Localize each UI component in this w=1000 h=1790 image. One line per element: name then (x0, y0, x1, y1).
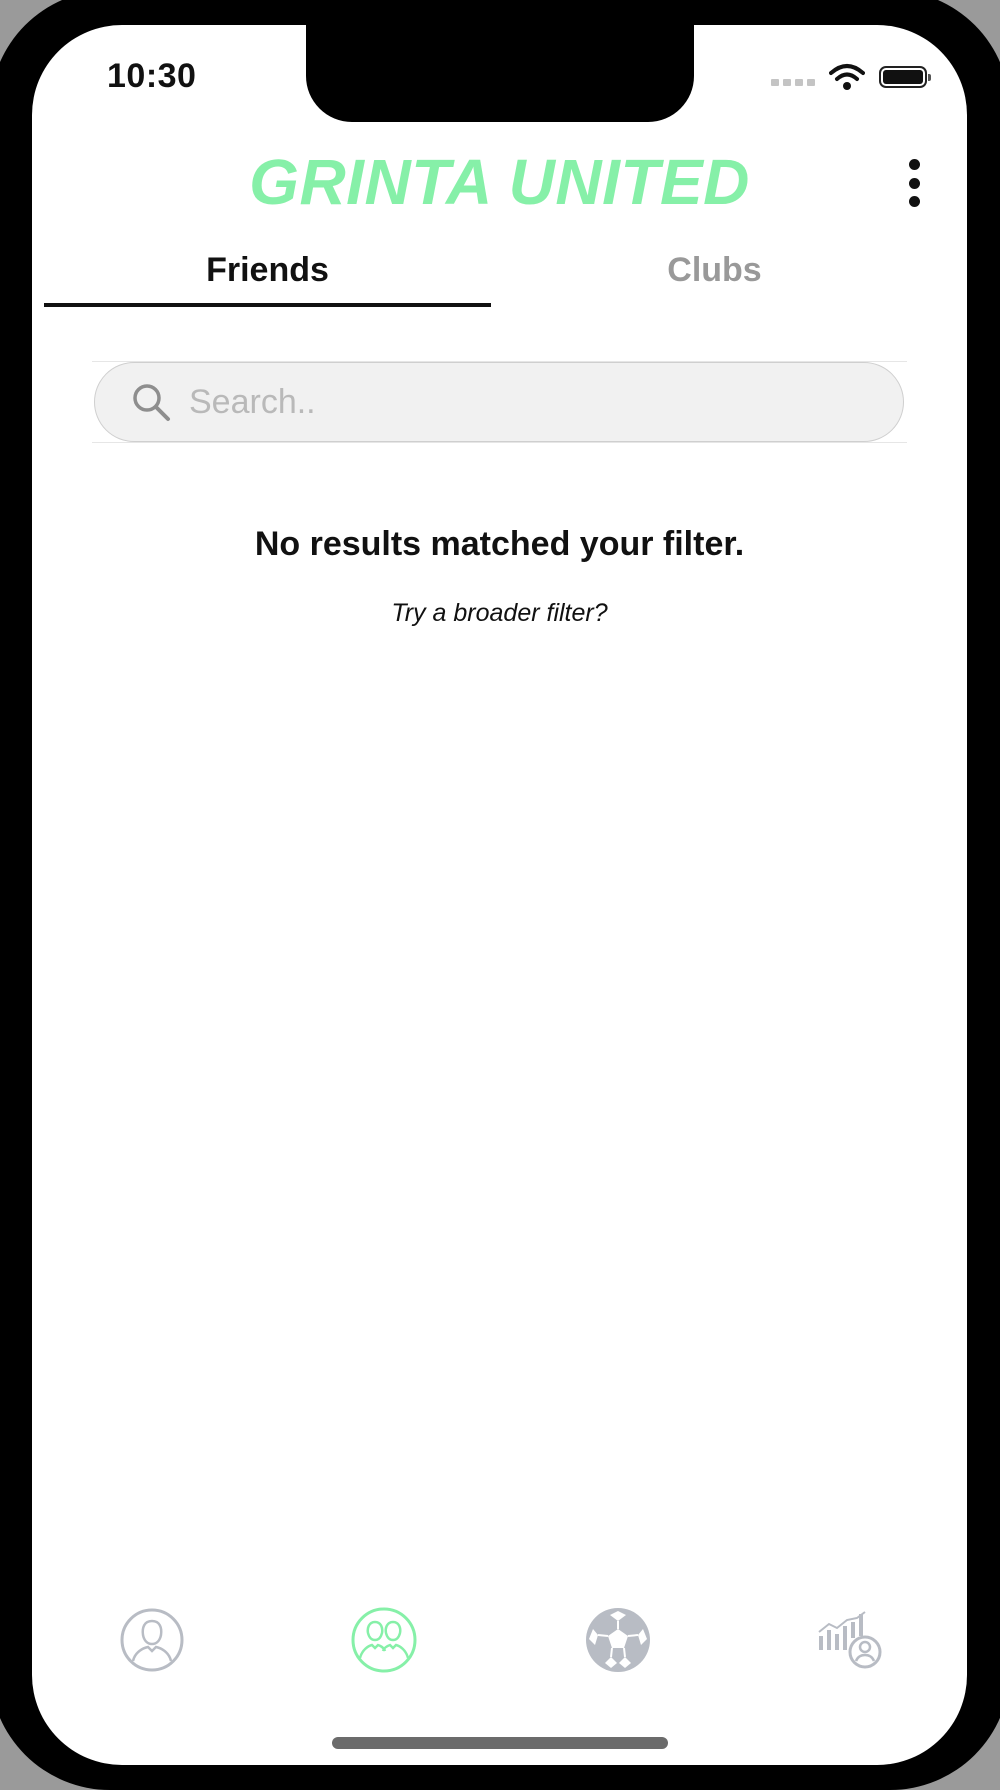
status-icons (771, 63, 931, 91)
empty-state-title: No results matched your filter. (254, 525, 745, 563)
tabbar-item-profile[interactable] (107, 1595, 197, 1685)
more-vertical-icon[interactable] (899, 153, 929, 213)
bottom-tab-bar (32, 1595, 967, 1685)
tabbar-item-matches[interactable] (573, 1595, 663, 1685)
empty-state-subtitle: Try a broader filter? (391, 599, 608, 627)
search-icon (133, 384, 170, 421)
tabbar-item-friends[interactable] (339, 1595, 429, 1685)
search-input[interactable] (187, 381, 841, 423)
app-title: GRINTA UNITED (249, 146, 750, 218)
tabbar-item-stats[interactable] (805, 1595, 895, 1685)
stats-profile-icon (818, 1611, 882, 1669)
search-bar (92, 361, 907, 443)
home-indicator (332, 1737, 668, 1749)
device-notch (306, 25, 694, 122)
search-field[interactable] (94, 362, 904, 442)
tab-clubs[interactable]: Clubs (491, 245, 938, 307)
wifi-icon (829, 64, 865, 90)
cellular-signal-icon (771, 78, 815, 86)
status-time: 10:30 (107, 57, 197, 95)
soccer-ball-icon (586, 1608, 650, 1672)
battery-icon (879, 66, 931, 88)
app-screen: 10:30 GRINTA UNITED Friends Clubs Search… (32, 25, 967, 1765)
tab-friends[interactable]: Friends (44, 245, 491, 307)
segment-tabs: Friends Clubs (44, 245, 967, 307)
profile-icon (120, 1608, 184, 1672)
friends-icon (351, 1607, 417, 1673)
